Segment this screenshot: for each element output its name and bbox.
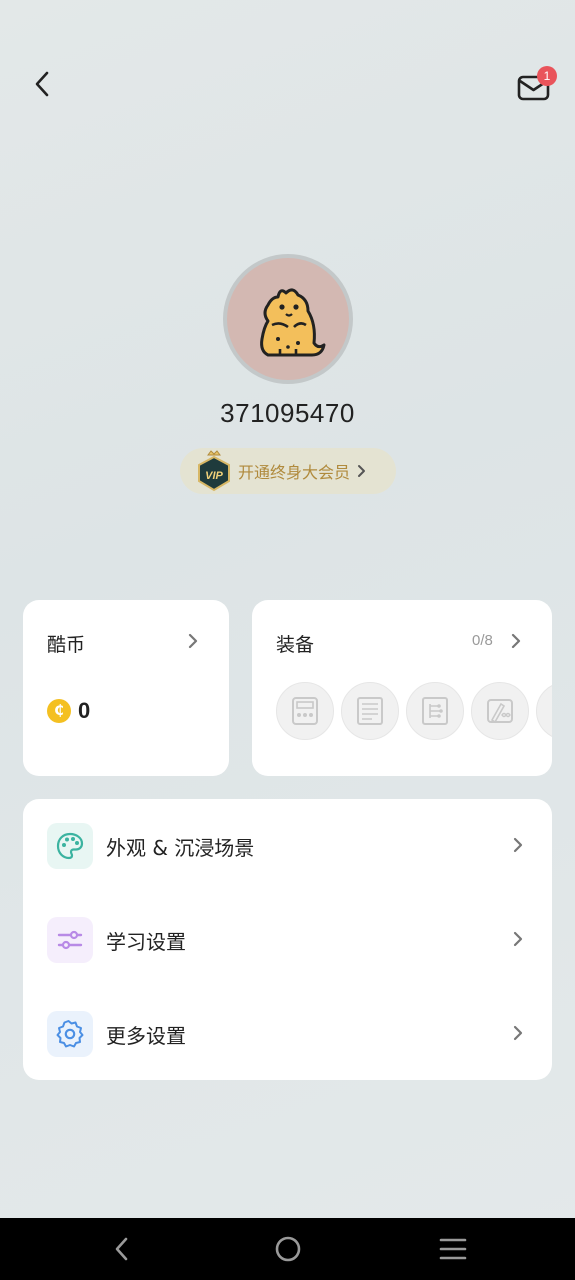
- coins-title: 酷币: [47, 634, 86, 656]
- svg-text:VIP: VIP: [205, 470, 223, 482]
- menu-label: 外观 & 沉浸场景: [106, 835, 255, 860]
- notes-doc-icon: [357, 697, 383, 725]
- user-id: 371095470: [220, 398, 355, 428]
- menu-label: 更多设置: [106, 1023, 186, 1048]
- mail-button[interactable]: 1: [514, 66, 558, 106]
- equipment-slots: [276, 682, 552, 740]
- chevron-right-icon: [513, 837, 523, 853]
- coin-value: 0: [78, 698, 91, 723]
- chevron-right-icon: [513, 931, 523, 947]
- chevron-right-icon: [356, 464, 366, 478]
- equipment-count: 0/8: [472, 632, 493, 649]
- chevron-left-icon: [35, 71, 49, 97]
- coin-balance: ₵ 0: [47, 698, 90, 724]
- system-navigation-bar: [0, 1218, 575, 1280]
- chevron-right-icon: [511, 633, 521, 649]
- menu-item-study-settings[interactable]: 学习设置: [23, 893, 552, 987]
- menu-item-more-settings[interactable]: 更多设置: [23, 987, 552, 1081]
- vip-badge-icon: VIP: [194, 449, 234, 493]
- equipment-slot[interactable]: [341, 682, 399, 740]
- chevron-right-icon: [188, 633, 198, 649]
- nav-home-button[interactable]: [248, 1218, 328, 1280]
- chevron-right-icon: [513, 1025, 523, 1041]
- layout-doc-icon: [292, 697, 318, 725]
- equipment-card[interactable]: 装备 0/8: [252, 600, 552, 776]
- coin-icon: ₵: [47, 699, 71, 723]
- doc-partial-icon: [548, 694, 552, 728]
- equipment-slot[interactable]: [471, 682, 529, 740]
- mindmap-icon: [422, 697, 448, 725]
- menu-label: 学习设置: [106, 929, 186, 954]
- nav-back-icon: [115, 1237, 128, 1261]
- equipment-slot[interactable]: [276, 682, 334, 740]
- nav-back-button[interactable]: [82, 1218, 162, 1280]
- equipment-slot[interactable]: [406, 682, 464, 740]
- equipment-title: 装备: [276, 634, 315, 656]
- gear-icon: [47, 1011, 93, 1057]
- palette-icon: [47, 823, 93, 869]
- settings-menu: 外观 & 沉浸场景 学习设置 更多设置: [23, 799, 552, 1080]
- avatar[interactable]: [223, 254, 353, 384]
- vip-upgrade-button[interactable]: VIP 开通终身大会员: [180, 448, 396, 494]
- notification-badge: 1: [537, 66, 557, 86]
- pen-infinity-icon: [487, 699, 513, 724]
- back-button[interactable]: [26, 66, 58, 102]
- nav-menu-button[interactable]: [413, 1218, 493, 1280]
- menu-item-appearance[interactable]: 外观 & 沉浸场景: [23, 799, 552, 893]
- sliders-icon: [47, 917, 93, 963]
- equipment-slot[interactable]: [536, 682, 552, 740]
- vip-cta-label: 开通终身大会员: [238, 463, 351, 482]
- nav-home-icon: [275, 1236, 301, 1262]
- top-bar: 1: [0, 0, 575, 170]
- hamster-avatar: [260, 288, 326, 357]
- nav-menu-icon: [439, 1238, 467, 1260]
- coins-card[interactable]: 酷币 ₵ 0: [23, 600, 229, 776]
